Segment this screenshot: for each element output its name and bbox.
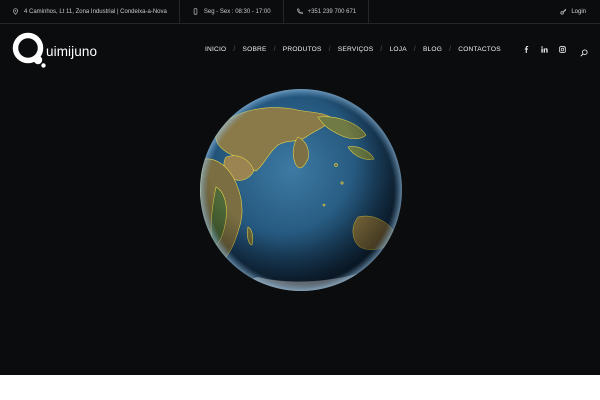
page-bottom-strip xyxy=(0,375,600,400)
top-info-bar: 4 Caminhos, Lt 11, Zona Industrial | Con… xyxy=(0,0,600,24)
login-link[interactable]: Login xyxy=(560,8,600,15)
phone-item[interactable]: +351 239 700 671 xyxy=(284,0,370,24)
globe-image xyxy=(198,87,404,293)
key-icon xyxy=(560,8,567,15)
address-text: 4 Caminhos, Lt 11, Zona Industrial | Con… xyxy=(24,8,167,15)
social-links xyxy=(522,24,566,74)
nav-item-blog[interactable]: BLOG xyxy=(416,46,449,53)
main-header: uimijuno INICIO / SOBRE / PRODUTOS / SER… xyxy=(0,24,600,74)
address-item: 4 Caminhos, Lt 11, Zona Industrial | Con… xyxy=(0,0,180,24)
main-nav: INICIO / SOBRE / PRODUTOS / SERVIÇOS / L… xyxy=(198,24,508,74)
login-label[interactable]: Login xyxy=(571,9,586,15)
earth-globe xyxy=(200,89,402,291)
hours-item: Seg - Sex : 08:30 - 17:00 xyxy=(180,0,284,24)
linkedin-icon[interactable] xyxy=(540,45,548,53)
nav-item-contactos[interactable]: CONTACTOS xyxy=(451,46,508,53)
phone-text[interactable]: +351 239 700 671 xyxy=(308,9,357,15)
mobile-phone-icon xyxy=(192,8,199,15)
search-icon[interactable] xyxy=(580,44,588,57)
brand-name: uimijuno xyxy=(46,44,98,59)
hours-text: Seg - Sex : 08:30 - 17:00 xyxy=(203,8,271,15)
nav-item-servicos[interactable]: SERVIÇOS xyxy=(331,46,381,53)
hero-section: 4 Caminhos, Lt 11, Zona Industrial | Con… xyxy=(0,0,600,375)
nav-item-sobre[interactable]: SOBRE xyxy=(236,46,274,53)
nav-item-inicio[interactable]: INICIO xyxy=(198,46,233,53)
instagram-icon[interactable] xyxy=(558,45,566,53)
phone-icon xyxy=(296,8,303,15)
facebook-icon[interactable] xyxy=(522,45,530,53)
nav-item-loja[interactable]: LOJA xyxy=(383,46,414,53)
brand-logo[interactable]: uimijuno xyxy=(12,30,97,70)
map-pin-icon xyxy=(12,8,19,15)
logo-q-mark xyxy=(12,32,46,68)
nav-item-produtos[interactable]: PRODUTOS xyxy=(276,46,329,53)
